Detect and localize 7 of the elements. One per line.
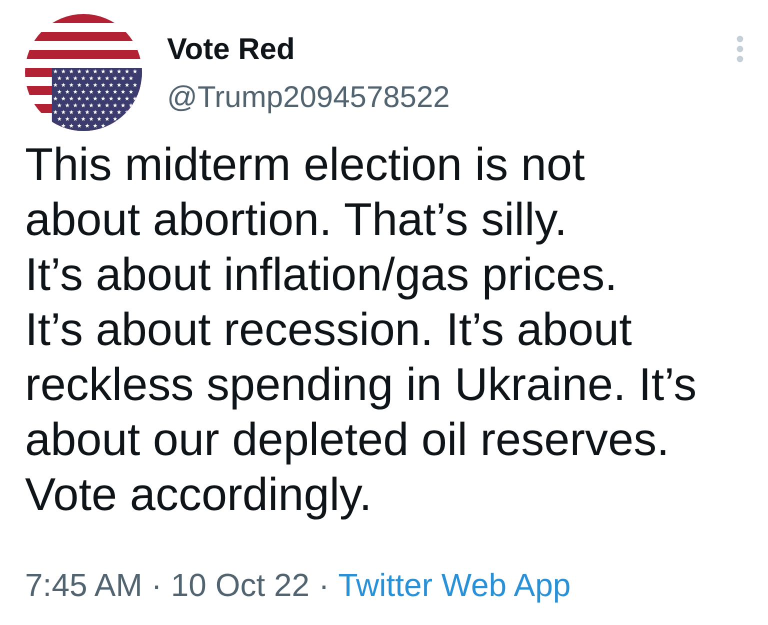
source-link[interactable]: Twitter Web App <box>338 566 571 604</box>
flag-avatar[interactable] <box>25 14 142 131</box>
display-name[interactable]: Vote Red <box>167 32 450 68</box>
tweet-timestamp[interactable]: 7:45 AM · 10 Oct 22 <box>25 566 310 604</box>
tweet-text: This midterm election is not about abortion. That’s silly. It’s about inflation/gas prices. It’s about recession. It’s about reckless spending in Ukraine. It’s about our depleted oil reserves. Vote accordingly. <box>25 137 698 522</box>
separator-dot: · <box>318 566 330 604</box>
user-handle[interactable]: @Trump2094578522 <box>167 80 450 116</box>
